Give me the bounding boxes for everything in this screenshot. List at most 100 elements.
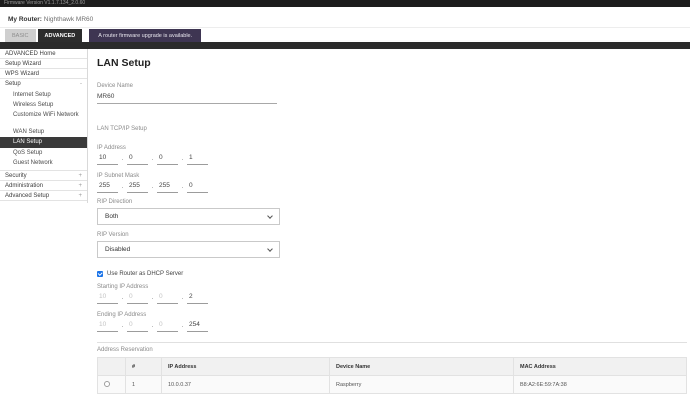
subnet-mask-octets: 255.255.255.0 — [97, 182, 687, 193]
row-mac-cell: B8:A2:6E:59:7A:38 — [514, 376, 687, 394]
starting-ip-label: Starting IP Address — [97, 284, 687, 290]
sidebar: ADVANCED Home Setup Wizard WPS Wizard Se… — [0, 49, 88, 203]
subnet-octet-input[interactable]: 255 — [127, 182, 148, 193]
ip-octet-input[interactable]: 10 — [97, 154, 118, 165]
expand-icon[interactable]: + — [78, 171, 82, 181]
starting-ip-octet-input[interactable]: 2 — [187, 293, 208, 304]
octet-separator: . — [148, 294, 157, 304]
sidebar-item-guest-network[interactable]: Guest Network — [0, 158, 87, 168]
chevron-down-icon — [267, 246, 273, 252]
dhcp-checkbox[interactable] — [97, 271, 103, 277]
sidebar-item-wan-setup[interactable]: WAN Setup — [0, 127, 87, 137]
column-header-ip: IP Address — [162, 358, 330, 376]
octet-separator: . — [118, 183, 127, 193]
subnet-octet-input[interactable]: 0 — [187, 182, 208, 193]
subnet-mask-label: IP Subnet Mask — [97, 173, 687, 179]
table-header-row: # IP Address Device Name MAC Address — [98, 358, 687, 376]
sidebar-item-administration[interactable]: Administration + — [0, 181, 87, 191]
starting-ip-octet-input[interactable]: 10 — [97, 293, 118, 304]
rip-version-value: Disabled — [105, 246, 130, 253]
sidebar-item-wps-wizard[interactable]: WPS Wizard — [0, 69, 87, 79]
ip-octet-input[interactable]: 1 — [187, 154, 208, 165]
sidebar-item-customize-wifi-network[interactable]: Customize WiFi Network — [0, 110, 87, 127]
sidebar-item-advanced-home[interactable]: ADVANCED Home — [0, 49, 87, 59]
device-name-label: Device Name — [97, 83, 687, 89]
octet-separator: . — [118, 322, 127, 332]
my-router-value: Nighthawk MR60 — [44, 16, 94, 23]
dhcp-checkbox-label: Use Router as DHCP Server — [107, 271, 183, 277]
radio-button[interactable] — [104, 381, 110, 387]
table-row: 1 10.0.0.37 Raspberry B8:A2:6E:59:7A:38 — [98, 376, 687, 394]
sidebar-item-label: Security — [5, 173, 27, 179]
row-radio-cell — [98, 376, 126, 394]
octet-separator: . — [178, 322, 187, 332]
subnet-octet-input[interactable]: 255 — [97, 182, 118, 193]
tab-basic[interactable]: BASIC — [5, 29, 36, 42]
octet-separator: . — [178, 155, 187, 165]
sidebar-item-security[interactable]: Security + — [0, 171, 87, 181]
sidebar-item-label: Setup — [5, 81, 21, 87]
row-num-cell: 1 — [126, 376, 162, 394]
expand-icon[interactable]: + — [78, 181, 82, 191]
tab-bar: BASIC ADVANCED A router firmware upgrade… — [5, 29, 201, 42]
page-title: LAN Setup — [97, 57, 687, 69]
octet-separator: . — [178, 183, 187, 193]
octet-separator: . — [118, 294, 127, 304]
row-ip-cell: 10.0.0.37 — [162, 376, 330, 394]
subnet-octet-input[interactable]: 255 — [157, 182, 178, 193]
rip-direction-value: Both — [105, 213, 118, 220]
ip-octet-input[interactable]: 0 — [157, 154, 178, 165]
sidebar-item-lan-setup[interactable]: LAN Setup — [0, 137, 87, 148]
firmware-version-text: Firmware Version V1.1.7.134_2.0.60 — [4, 0, 85, 6]
lan-tcpip-section-label: LAN TCP/IP Setup — [97, 126, 687, 132]
sidebar-item-label: Administration — [5, 183, 43, 189]
ip-address-label: IP Address — [97, 145, 687, 151]
firmware-version-bar: Firmware Version V1.1.7.134_2.0.60 — [0, 0, 690, 7]
rip-direction-label: RIP Direction — [97, 199, 687, 205]
ip-octet-input[interactable]: 0 — [127, 154, 148, 165]
address-reservation-table: # IP Address Device Name MAC Address 1 1… — [97, 357, 687, 394]
ending-ip-octet-input[interactable]: 0 — [127, 321, 148, 332]
router-admin-page: Firmware Version V1.1.7.134_2.0.60 My Ro… — [0, 0, 690, 412]
sidebar-item-setup-wizard[interactable]: Setup Wizard — [0, 59, 87, 69]
my-router-label: My Router: — [8, 16, 42, 23]
starting-ip-octet-input[interactable]: 0 — [157, 293, 178, 304]
sidebar-item-internet-setup[interactable]: Internet Setup — [0, 90, 87, 100]
column-header-device: Device Name — [330, 358, 514, 376]
starting-ip-octets: 10.0.0.2 — [97, 293, 687, 304]
column-header-mac: MAC Address — [514, 358, 687, 376]
sidebar-item-setup[interactable]: Setup - — [0, 79, 87, 89]
device-name-input[interactable]: MR60 — [97, 93, 277, 104]
starting-ip-octet-input[interactable]: 0 — [127, 293, 148, 304]
sidebar-item-advanced-setup[interactable]: Advanced Setup + — [0, 191, 87, 201]
rip-direction-select[interactable]: Both — [97, 208, 280, 225]
dhcp-server-row: Use Router as DHCP Server — [97, 271, 687, 277]
ending-ip-label: Ending IP Address — [97, 312, 687, 318]
radio-column-header — [98, 358, 126, 376]
ip-address-octets: 10.0.0.1 — [97, 154, 687, 165]
rip-version-label: RIP Version — [97, 232, 687, 238]
firmware-upgrade-button[interactable]: A router firmware upgrade is available. — [89, 29, 201, 42]
header-divider — [0, 27, 690, 28]
octet-separator: . — [118, 155, 127, 165]
section-divider — [97, 342, 687, 343]
ending-ip-octet-input[interactable]: 0 — [157, 321, 178, 332]
sidebar-item-qos-setup[interactable]: QoS Setup — [0, 148, 87, 158]
ending-ip-octets: 10.0.0.254 — [97, 321, 687, 332]
row-device-cell: Raspberry — [330, 376, 514, 394]
expand-icon[interactable]: + — [78, 191, 82, 201]
octet-separator: . — [148, 155, 157, 165]
tab-advanced[interactable]: ADVANCED — [38, 29, 83, 42]
rip-version-select[interactable]: Disabled — [97, 241, 280, 258]
address-reservation-label: Address Reservation — [97, 347, 687, 353]
column-header-num: # — [126, 358, 162, 376]
ending-ip-octet-input[interactable]: 10 — [97, 321, 118, 332]
main-content: LAN Setup Device Name MR60 LAN TCP/IP Se… — [97, 49, 687, 394]
my-router-line: My Router: Nighthawk MR60 — [8, 16, 93, 23]
sidebar-item-wireless-setup[interactable]: Wireless Setup — [0, 100, 87, 110]
collapse-icon[interactable]: - — [80, 79, 82, 89]
octet-separator: . — [148, 183, 157, 193]
ending-ip-octet-input[interactable]: 254 — [187, 321, 208, 332]
sidebar-item-label: Advanced Setup — [5, 193, 49, 199]
dark-nav-bar — [0, 42, 690, 49]
